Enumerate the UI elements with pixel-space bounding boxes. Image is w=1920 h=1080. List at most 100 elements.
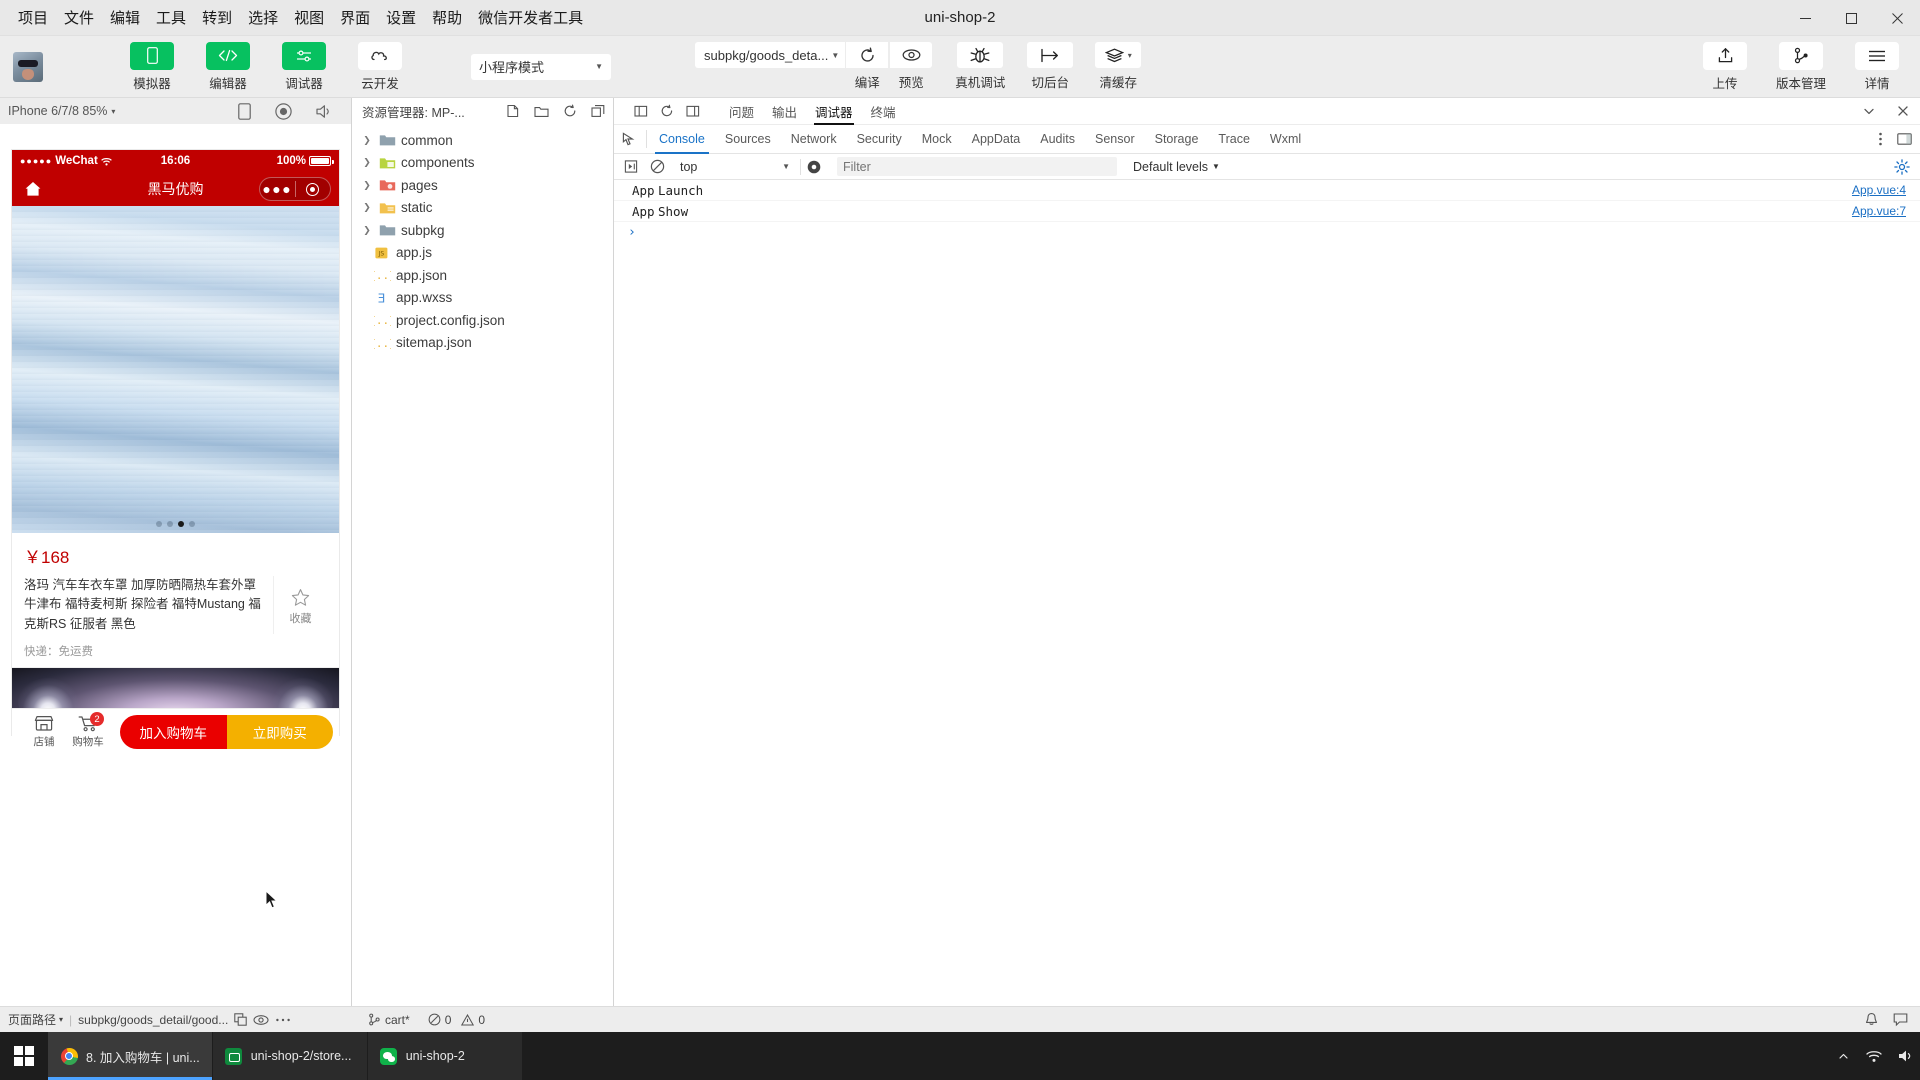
bell-icon[interactable] xyxy=(1864,1012,1879,1027)
clear-cache-button[interactable]: ▾ 清缓存 xyxy=(1095,42,1142,91)
windows-start-icon[interactable] xyxy=(0,1032,48,1080)
real-device-debug-button[interactable]: 真机调试 xyxy=(955,42,1005,91)
tab-storage[interactable]: Storage xyxy=(1145,125,1209,154)
close-icon[interactable] xyxy=(1896,104,1910,118)
collapse-all-icon[interactable] xyxy=(591,104,605,118)
wechat-capsule-button[interactable]: ●●● xyxy=(259,177,331,201)
taskbar-item-chrome[interactable]: 8. 加入购物车 | uni... xyxy=(48,1032,213,1080)
device-select[interactable]: IPhone 6/7/8 85% ▾ xyxy=(8,104,115,118)
tab-wxml[interactable]: Wxml xyxy=(1260,125,1311,154)
menu-item-file[interactable]: 文件 xyxy=(56,3,102,32)
upload-button[interactable]: 上传 xyxy=(1696,41,1754,92)
editor-toggle-button[interactable]: 编辑器 xyxy=(199,41,257,92)
new-file-icon[interactable] xyxy=(506,104,520,118)
buy-now-button[interactable]: 立即购买 xyxy=(226,715,333,750)
swiper-dot[interactable] xyxy=(189,521,195,527)
clear-console-icon[interactable] xyxy=(644,154,670,180)
tree-file-app-js[interactable]: JS app.js xyxy=(352,242,613,265)
console-log-row[interactable]: App Launch App.vue:4 xyxy=(614,180,1920,201)
taskbar-item-wechat-devtools[interactable]: uni-shop-2 xyxy=(367,1032,523,1080)
swiper-dot[interactable] xyxy=(156,521,162,527)
tree-folder-common[interactable]: ❯ common xyxy=(352,129,613,152)
compile-button[interactable]: 编译 xyxy=(845,42,889,91)
version-control-button[interactable]: 版本管理 xyxy=(1772,41,1830,92)
favorite-button[interactable]: 收藏 xyxy=(273,576,327,635)
menu-item-select[interactable]: 选择 xyxy=(240,3,286,32)
details-button[interactable]: 详情 xyxy=(1848,41,1906,92)
tab-mock[interactable]: Mock xyxy=(912,125,962,154)
page-path-dropdown[interactable]: 页面路径 ▾ xyxy=(8,1011,63,1028)
tab-appdata[interactable]: AppData xyxy=(962,125,1031,154)
tab-terminal[interactable]: 终端 xyxy=(862,98,905,125)
network-icon[interactable] xyxy=(1866,1050,1882,1063)
menu-item-project[interactable]: 项目 xyxy=(10,3,56,32)
add-to-cart-button[interactable]: 加入购物车 xyxy=(120,715,227,750)
reload-icon[interactable] xyxy=(654,98,680,124)
avatar[interactable] xyxy=(13,51,43,82)
new-folder-icon[interactable] xyxy=(534,105,549,118)
feedback-icon[interactable] xyxy=(1893,1012,1908,1027)
tab-security[interactable]: Security xyxy=(847,125,912,154)
swiper-dot[interactable] xyxy=(167,521,173,527)
menu-item-settings[interactable]: 设置 xyxy=(378,3,424,32)
dock-side-icon[interactable] xyxy=(1897,132,1912,146)
git-branch-status[interactable]: cart* xyxy=(368,1013,410,1027)
tree-folder-components[interactable]: ❯ components xyxy=(352,152,613,175)
goods-image-swiper[interactable] xyxy=(12,206,339,533)
log-levels-select[interactable]: Default levels ▼ xyxy=(1133,160,1220,174)
log-source-link[interactable]: App.vue:7 xyxy=(1852,204,1906,218)
record-icon[interactable] xyxy=(275,102,292,120)
log-source-link[interactable]: App.vue:4 xyxy=(1852,183,1906,197)
console-log-row[interactable]: App Show App.vue:7 xyxy=(614,201,1920,222)
tab-sources[interactable]: Sources xyxy=(715,125,781,154)
chevron-up-icon[interactable] xyxy=(1837,1050,1850,1063)
console-prompt[interactable]: › xyxy=(614,222,1920,243)
page-path-select[interactable]: subpkg/goods_deta... ▼ xyxy=(695,42,846,68)
refresh-icon[interactable] xyxy=(563,104,577,118)
ellipsis-icon[interactable] xyxy=(275,1017,291,1023)
step-into-icon[interactable] xyxy=(618,154,644,180)
menu-item-wechat-devtools[interactable]: 微信开发者工具 xyxy=(470,3,591,32)
chevron-right-icon[interactable]: ❯ xyxy=(360,180,374,191)
simulator-toggle-button[interactable]: 模拟器 xyxy=(123,41,181,92)
console-filter-input[interactable] xyxy=(837,157,1117,176)
menu-item-tools[interactable]: 工具 xyxy=(148,3,194,32)
volume-icon[interactable] xyxy=(1898,1049,1914,1063)
tab-debugger[interactable]: 调试器 xyxy=(806,98,862,125)
menu-item-view[interactable]: 视图 xyxy=(286,3,332,32)
dock-panel-icon[interactable] xyxy=(628,98,654,124)
tree-folder-subpkg[interactable]: ❯ subpkg xyxy=(352,219,613,242)
tab-console[interactable]: Console xyxy=(649,125,715,154)
maximize-button[interactable] xyxy=(1828,0,1874,36)
taskbar-item-editor[interactable]: uni-shop-2/store... xyxy=(212,1032,368,1080)
tree-file-project-config-json[interactable]: {..} project.config.json xyxy=(352,309,613,332)
debugger-toggle-button[interactable]: 调试器 xyxy=(275,41,333,92)
shop-button[interactable]: 店铺 xyxy=(22,715,66,749)
tree-file-sitemap-json[interactable]: {..} sitemap.json xyxy=(352,332,613,355)
switch-background-button[interactable]: 切后台 xyxy=(1027,42,1074,91)
compile-mode-select[interactable]: 小程序模式 ▼ xyxy=(471,53,611,80)
menu-item-interface[interactable]: 界面 xyxy=(332,3,378,32)
chevron-right-icon[interactable]: ❯ xyxy=(360,225,374,236)
gear-icon[interactable] xyxy=(1894,158,1910,175)
console-output[interactable]: App Launch App.vue:4 App Show App.vue:7 … xyxy=(614,180,1920,1006)
volume-icon[interactable] xyxy=(316,104,333,119)
menu-item-help[interactable]: 帮助 xyxy=(424,3,470,32)
tab-problems[interactable]: 问题 xyxy=(720,98,763,125)
menu-item-edit[interactable]: 编辑 xyxy=(102,3,148,32)
tree-folder-pages[interactable]: ❯ pages xyxy=(352,174,613,197)
copy-icon[interactable] xyxy=(234,1013,248,1026)
minimize-button[interactable] xyxy=(1782,0,1828,36)
chevron-right-icon[interactable]: ❯ xyxy=(360,202,374,213)
rotate-device-icon[interactable] xyxy=(238,102,251,120)
chevron-right-icon[interactable]: ❯ xyxy=(360,157,374,168)
tab-sensor[interactable]: Sensor xyxy=(1085,125,1145,154)
swiper-dot-active[interactable] xyxy=(178,521,184,527)
error-count[interactable]: 0 xyxy=(428,1013,451,1027)
chevron-right-icon[interactable]: ❯ xyxy=(360,135,374,146)
tree-file-app-json[interactable]: {..} app.json xyxy=(352,264,613,287)
tab-trace[interactable]: Trace xyxy=(1208,125,1260,154)
home-icon[interactable] xyxy=(22,178,44,200)
inspect-element-icon[interactable] xyxy=(614,131,644,147)
tab-output[interactable]: 输出 xyxy=(763,98,806,125)
